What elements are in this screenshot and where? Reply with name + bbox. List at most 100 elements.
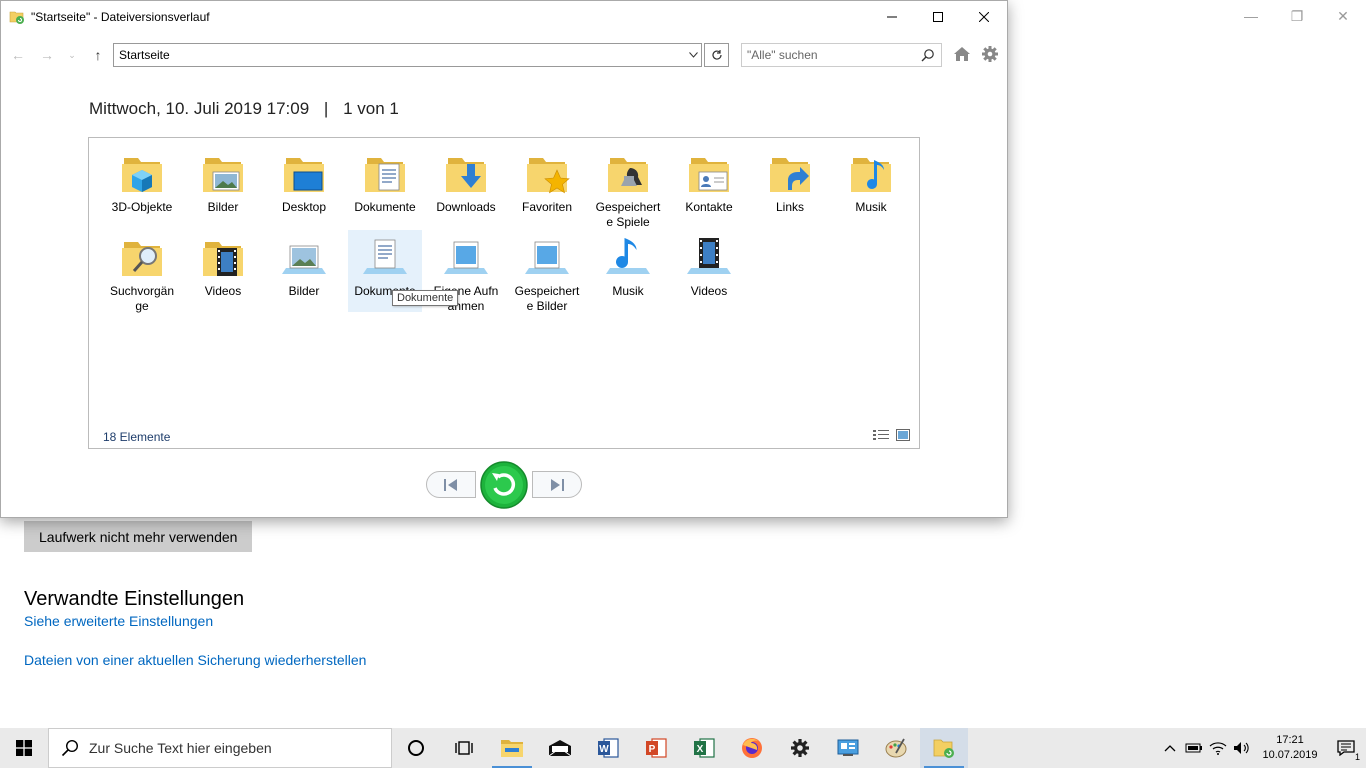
search-icon[interactable] [921,48,935,62]
advanced-settings-link[interactable]: Siehe erweiterte Einstellungen [24,613,213,629]
address-bar[interactable]: Startseite [113,43,702,67]
next-version-button[interactable] [532,471,582,498]
taskbar-word[interactable]: W [584,728,632,768]
settings-minimize-button[interactable]: — [1228,0,1274,32]
battery-icon[interactable] [1182,728,1206,768]
show-hidden-icons-button[interactable] [1158,728,1182,768]
notification-count: 1 [1354,752,1360,762]
taskbar: W P X 17:21 10.07.2019 [0,728,1366,768]
file-explorer-icon [501,740,523,757]
details-view-icon[interactable] [873,429,889,441]
folder-item-favorites[interactable]: Favoriten [510,146,584,215]
taskbar-file-explorer[interactable] [488,728,536,768]
version-counter: 1 von 1 [343,99,399,118]
address-text: Startseite [119,48,170,62]
settings-close-button[interactable]: ✕ [1320,0,1366,32]
item-label: 3D-Objekte [111,200,173,214]
powerpoint-icon: P [646,738,667,758]
title-bar: "Startseite" - Dateiversionsverlauf [1,1,1007,32]
next-icon [551,478,564,491]
taskbar-excel[interactable]: X [680,728,728,768]
forward-arrow-icon[interactable]: → [38,46,56,64]
file-history-app-icon [9,11,24,24]
folder-item-searches[interactable]: Suchvorgänge [105,230,179,314]
previous-icon [444,478,457,491]
cortana-button[interactable] [392,728,440,768]
firefox-icon [742,738,762,758]
camera-roll-library-icon [444,241,488,274]
window-title: "Startseite" - Dateiversionsverlauf [31,9,210,24]
folder-item-links[interactable]: Links [753,146,827,215]
taskbar-search-input[interactable] [89,740,379,756]
navigation-toolbar: ← → ⌄ ↑ Startseite [1,42,1009,68]
task-view-button[interactable] [440,728,488,768]
folder-item-desktop[interactable]: Desktop [267,146,341,215]
taskbar-mail[interactable] [536,728,584,768]
folder-item-contacts[interactable]: Kontakte [672,146,746,215]
recent-chevron-icon[interactable]: ⌄ [63,46,81,64]
gear-icon[interactable] [981,45,999,63]
back-arrow-icon[interactable]: ← [9,46,27,64]
restore-files-link[interactable]: Dateien von einer aktuellen Sicherung wi… [24,652,366,668]
close-button[interactable] [961,1,1007,32]
home-icon[interactable] [953,45,971,63]
searches-folder-icon [122,242,162,276]
taskbar-control-panel[interactable] [824,728,872,768]
settings-gear-icon [791,739,809,757]
address-dropdown-icon[interactable] [685,44,701,66]
svg-text:P: P [649,744,656,755]
item-label: Videos [204,284,242,298]
stop-using-drive-button[interactable]: Laufwerk nicht mehr verwenden [24,521,253,552]
taskbar-file-history[interactable] [920,728,968,768]
item-label: Downloads [436,200,496,214]
music-folder-icon [851,158,891,192]
backup-content-panel: 3D-Objekte Bilder Desktop Dokumente Down… [88,137,920,449]
folder-item-documents[interactable]: Dokumente [348,146,422,215]
library-item-saved-pictures[interactable]: Gespeicherte Bilder [510,230,584,314]
settings-restore-button[interactable]: ❐ [1274,0,1320,32]
wifi-icon[interactable] [1206,728,1230,768]
library-item-videos[interactable]: Videos [672,230,746,299]
start-button[interactable] [0,728,48,768]
item-label: Musik [855,200,887,214]
svg-text:W: W [599,744,609,755]
windows-logo-icon [16,740,32,756]
item-label: Bilder [207,200,239,214]
item-label: Musik [612,284,644,298]
taskbar-paint[interactable] [872,728,920,768]
library-item-pictures[interactable]: Bilder [267,230,341,299]
folder-item-music[interactable]: Musik [834,146,908,215]
clock[interactable]: 17:21 10.07.2019 [1254,733,1326,763]
notification-icon [1337,740,1355,756]
taskbar-settings[interactable] [776,728,824,768]
search-icon [61,739,79,757]
taskbar-search-box[interactable] [48,728,392,768]
library-item-music[interactable]: Musik [591,230,665,299]
search-box[interactable] [741,43,942,67]
taskbar-powerpoint[interactable]: P [632,728,680,768]
chevron-up-icon [1164,745,1176,752]
refresh-icon[interactable] [704,43,729,67]
action-center-button[interactable]: 1 [1326,728,1366,768]
downloads-folder-icon [446,158,486,192]
pictures-folder-icon [203,158,243,192]
maximize-button[interactable] [915,1,961,32]
volume-icon[interactable] [1230,728,1254,768]
music-library-icon [606,238,650,274]
folder-item-videos[interactable]: Videos [186,230,260,299]
large-icons-view-icon[interactable] [896,429,910,441]
folder-item-saved-games[interactable]: Gespeicherte Spiele [591,146,665,230]
folder-item-pictures[interactable]: Bilder [186,146,260,215]
folder-item-3d-objects[interactable]: 3D-Objekte [105,146,179,215]
previous-version-button[interactable] [426,471,476,498]
minimize-button[interactable] [869,1,915,32]
restore-button[interactable] [480,461,528,509]
folder-item-downloads[interactable]: Downloads [429,146,503,215]
item-label: Gespeicherte Spiele [595,200,661,229]
saved-games-folder-icon [608,158,648,192]
cortana-circle-icon [408,740,424,756]
desktop-folder-icon [284,158,324,192]
search-input[interactable] [747,48,917,62]
up-arrow-icon[interactable]: ↑ [89,46,107,64]
taskbar-firefox[interactable] [728,728,776,768]
